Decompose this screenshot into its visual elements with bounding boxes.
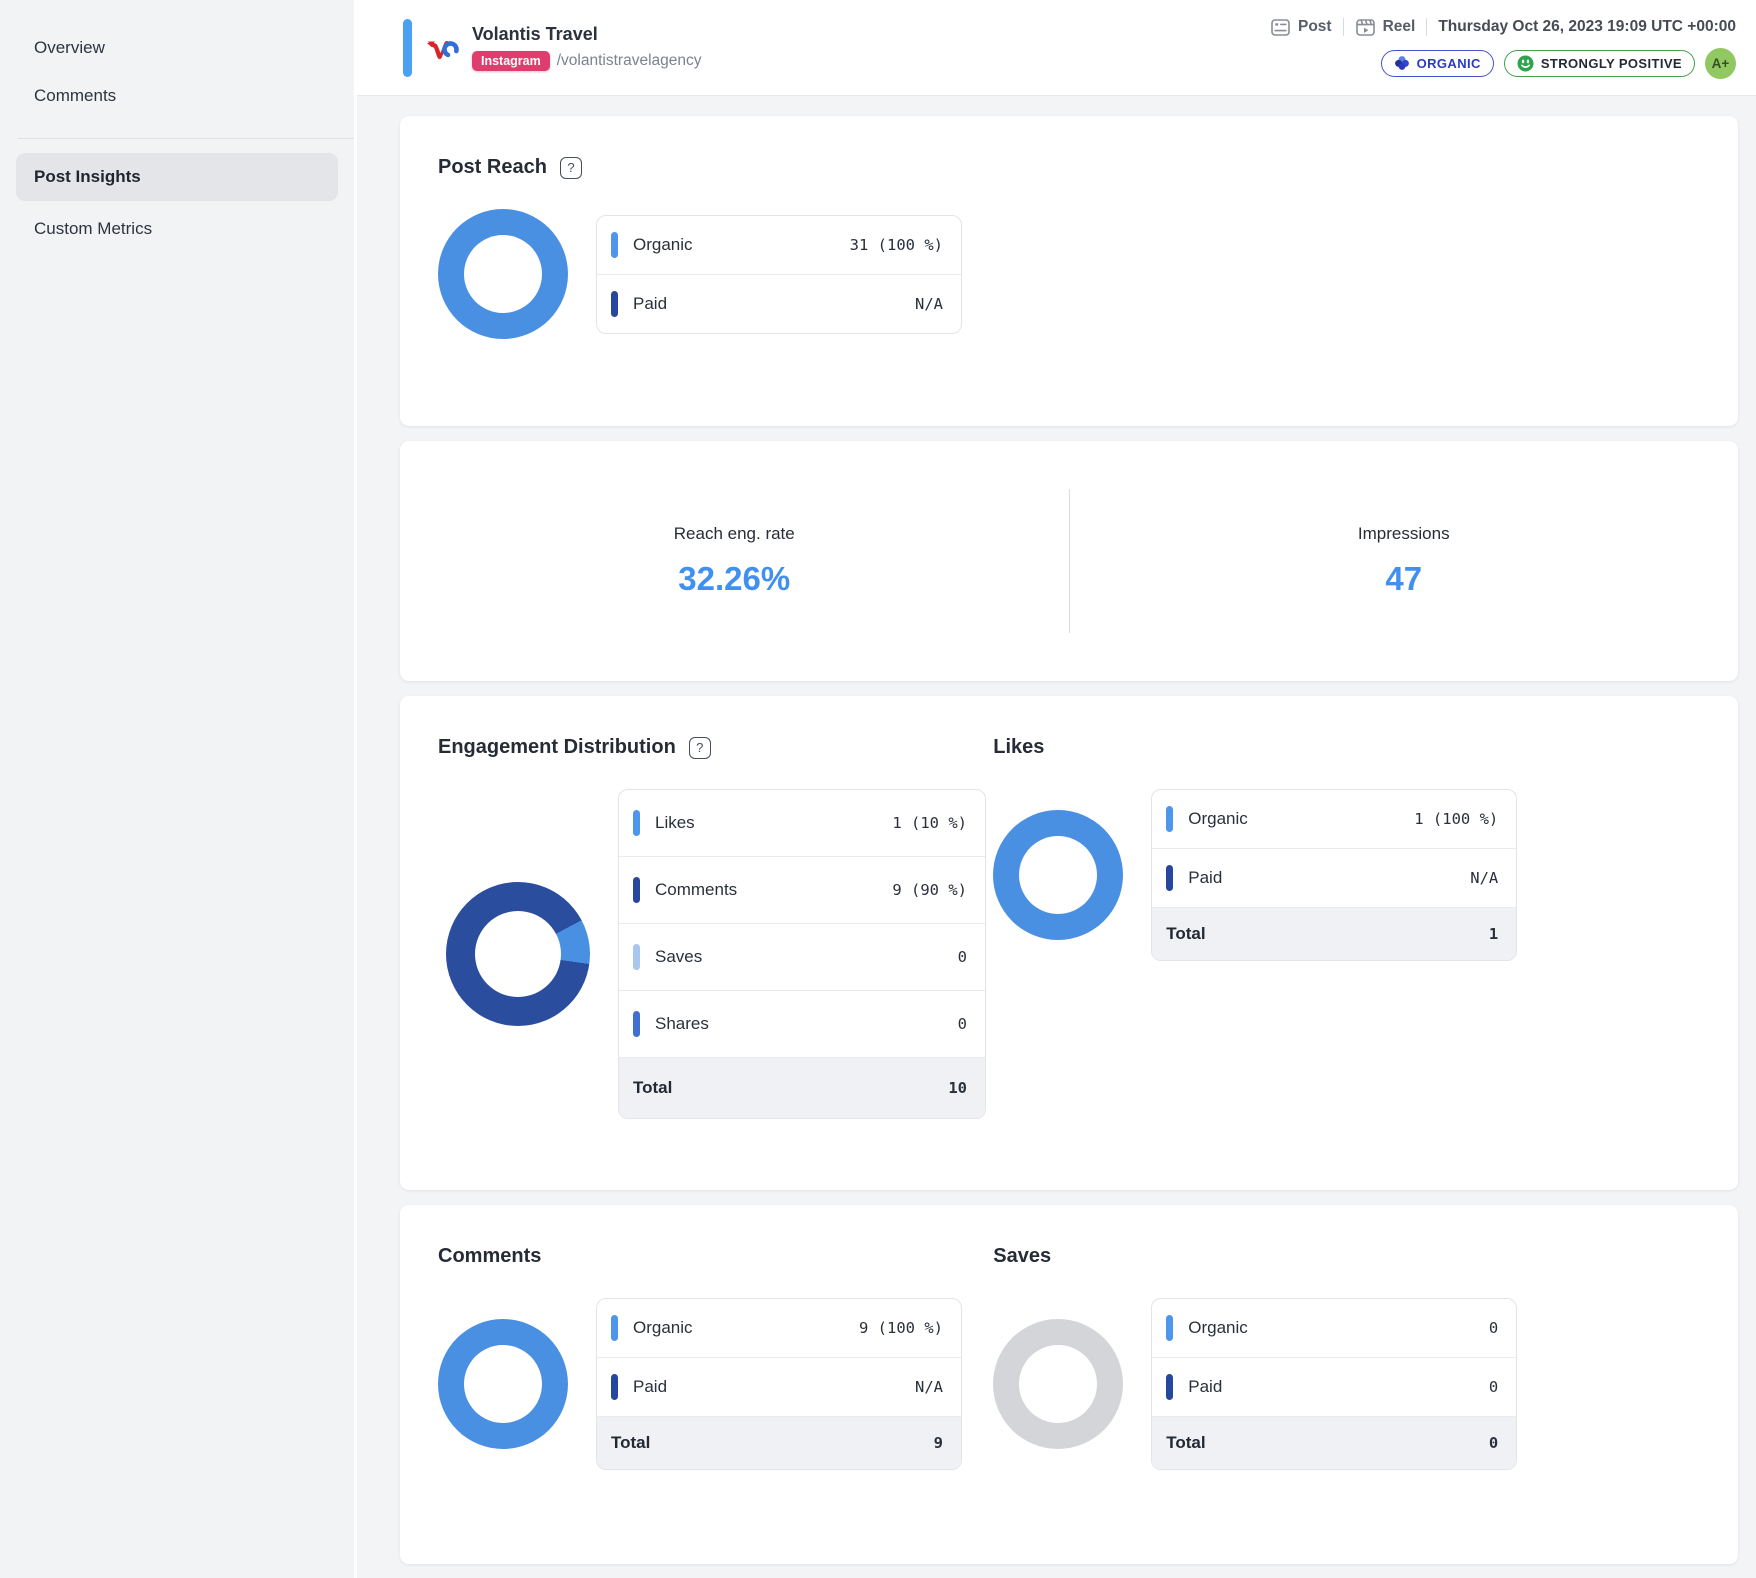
sidebar-item-comments[interactable]: Comments	[0, 72, 354, 120]
help-icon[interactable]: ?	[689, 737, 711, 759]
post-reach-card: Post Reach ? Organic 31 (100 %) Paid	[400, 116, 1738, 426]
comments-legend: Organic 9 (100 %) Paid N/A Total 9	[596, 1298, 962, 1470]
post-header: Volantis Travel Instagram /volantistrave…	[357, 0, 1756, 96]
impressions-metric: Impressions 47	[1070, 471, 1739, 651]
post-reach-donut-chart	[438, 209, 568, 339]
legend-row-likes: Likes 1 (10 %)	[619, 790, 985, 856]
legend-row-total: Total 9	[597, 1416, 961, 1469]
post-datetime: Thursday Oct 26, 2023 19:09 UTC +00:00	[1438, 18, 1736, 36]
smiley-icon	[1517, 55, 1534, 72]
metrics-card: Reach eng. rate 32.26% Impressions 47	[400, 441, 1738, 681]
reach-eng-rate-metric: Reach eng. rate 32.26%	[400, 471, 1069, 651]
saves-donut-chart	[993, 1319, 1123, 1449]
separator	[1426, 18, 1427, 36]
post-label: Post	[1298, 18, 1332, 36]
likes-legend: Organic 1 (100 %) Paid N/A Total 1	[1151, 789, 1517, 961]
page-title: Volantis Travel	[472, 24, 702, 45]
post-reach-title: Post Reach	[438, 156, 547, 179]
likes-panel: Likes Organic 1 (100 %) P	[993, 736, 1700, 1150]
organic-marker	[611, 232, 618, 258]
organic-icon	[1394, 55, 1410, 71]
sentiment-badge-label: STRONGLY POSITIVE	[1541, 56, 1682, 71]
content-area: Post Reach ? Organic 31 (100 %) Paid	[357, 96, 1756, 1578]
comments-saves-card: Comments Organic 9 (100 %)	[400, 1205, 1738, 1564]
legend-row-paid: Paid N/A	[597, 274, 961, 333]
likes-donut-chart	[993, 810, 1123, 940]
app-root: Overview Comments Post Insights Custom M…	[0, 0, 1756, 1578]
organic-badge-label: ORGANIC	[1417, 56, 1481, 71]
organic-marker	[611, 1315, 618, 1341]
legend-row-total: Total 1	[1152, 907, 1516, 960]
legend-row-organic: Organic 9 (100 %)	[597, 1299, 961, 1357]
reel-icon	[1355, 17, 1376, 38]
metric-value: 32.26%	[678, 560, 790, 598]
engagement-likes-card: Engagement Distribution ? Likes 1 (10 %)	[400, 696, 1738, 1190]
metric-value: 47	[1385, 560, 1422, 598]
separator	[1343, 18, 1344, 36]
saves-panel: Saves Organic 0 Paid	[993, 1245, 1700, 1524]
sidebar-item-custom-metrics[interactable]: Custom Metrics	[0, 205, 354, 253]
legend-row-organic: Organic 0	[1152, 1299, 1516, 1357]
main-area: Volantis Travel Instagram /volantistrave…	[357, 0, 1756, 1578]
reel-type-toggle[interactable]: Reel	[1355, 17, 1416, 38]
saves-marker	[633, 944, 640, 970]
accent-bar	[403, 19, 412, 77]
comments-marker	[633, 877, 640, 903]
legend-row-organic: Organic 1 (100 %)	[1152, 790, 1516, 848]
likes-marker	[633, 810, 640, 836]
comments-donut-chart	[438, 1319, 568, 1449]
legend-row-shares: Shares 0	[619, 990, 985, 1057]
legend-row-total: Total 10	[619, 1057, 985, 1118]
metric-label: Impressions	[1358, 524, 1450, 544]
organic-marker	[1166, 806, 1173, 832]
metric-label: Reach eng. rate	[674, 524, 795, 544]
sidebar: Overview Comments Post Insights Custom M…	[0, 0, 357, 1578]
grade-badge: A+	[1705, 48, 1736, 79]
paid-marker	[611, 1374, 618, 1400]
engagement-legend: Likes 1 (10 %) Comments 9 (90 %) Saves	[618, 789, 986, 1119]
engagement-donut-chart	[446, 882, 590, 1026]
likes-title: Likes	[993, 736, 1044, 759]
comments-panel: Comments Organic 9 (100 %)	[438, 1245, 993, 1524]
legend-row-paid: Paid 0	[1152, 1357, 1516, 1416]
legend-row-organic: Organic 31 (100 %)	[597, 216, 961, 274]
paid-marker	[611, 291, 618, 317]
saves-legend: Organic 0 Paid 0 Total 0	[1151, 1298, 1517, 1470]
saves-title: Saves	[993, 1245, 1051, 1268]
organic-badge: ORGANIC	[1381, 50, 1494, 77]
legend-row-paid: Paid N/A	[597, 1357, 961, 1416]
volantis-logo-icon	[425, 33, 459, 63]
reel-label: Reel	[1383, 18, 1416, 36]
legend-row-total: Total 0	[1152, 1416, 1516, 1469]
legend-row-paid: Paid N/A	[1152, 848, 1516, 907]
legend-row-comments: Comments 9 (90 %)	[619, 856, 985, 923]
paid-marker	[1166, 1374, 1173, 1400]
paid-marker	[1166, 865, 1173, 891]
help-icon[interactable]: ?	[560, 157, 582, 179]
engagement-panel: Engagement Distribution ? Likes 1 (10 %)	[438, 736, 993, 1150]
organic-marker	[1166, 1315, 1173, 1341]
network-badge: Instagram	[472, 51, 550, 71]
sidebar-divider	[18, 138, 354, 139]
post-icon	[1270, 17, 1291, 38]
post-reach-legend: Organic 31 (100 %) Paid N/A	[596, 215, 962, 334]
account-handle: /volantistravelagency	[557, 52, 702, 70]
comments-title: Comments	[438, 1245, 541, 1268]
shares-marker	[633, 1011, 640, 1037]
post-type-toggle[interactable]: Post	[1270, 17, 1332, 38]
sentiment-badge: STRONGLY POSITIVE	[1504, 50, 1695, 77]
legend-row-saves: Saves 0	[619, 923, 985, 990]
sidebar-item-overview[interactable]: Overview	[0, 24, 354, 72]
sidebar-item-post-insights[interactable]: Post Insights	[16, 153, 338, 201]
engagement-title: Engagement Distribution	[438, 736, 676, 759]
